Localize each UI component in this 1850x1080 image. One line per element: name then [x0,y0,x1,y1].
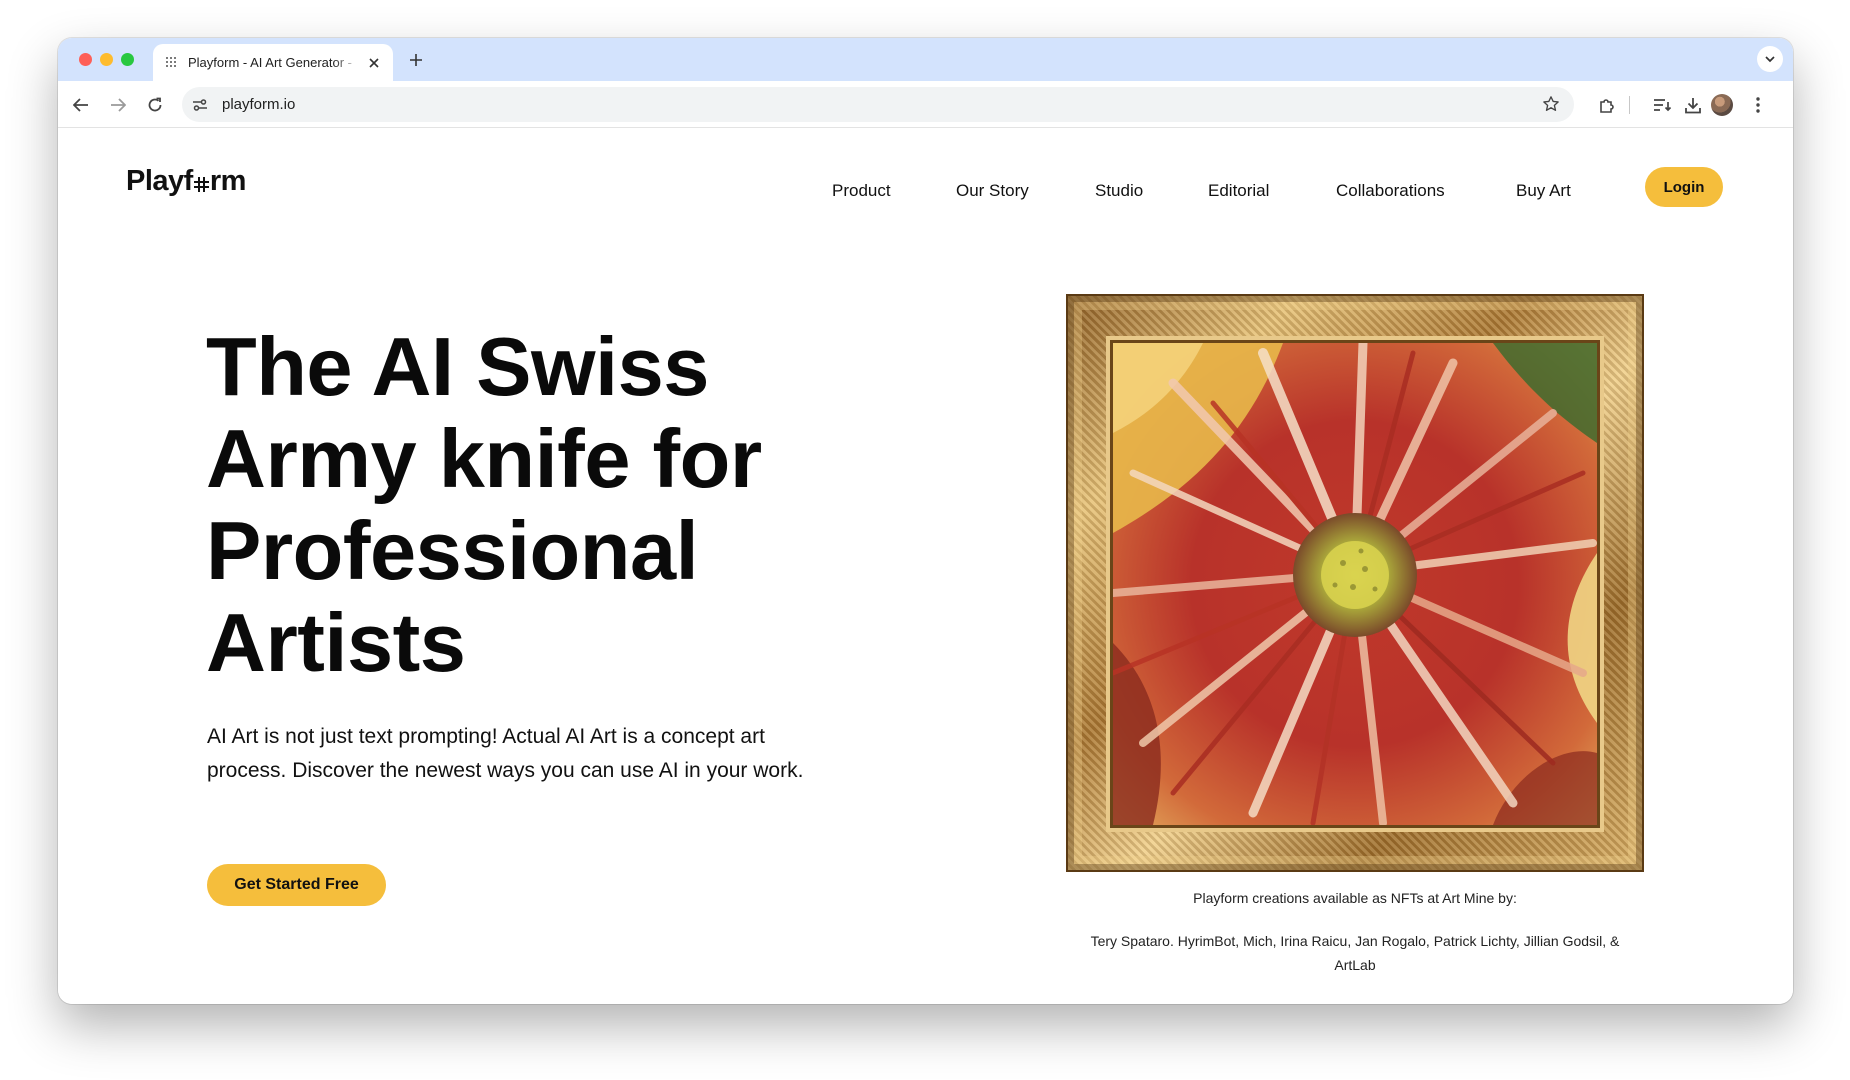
nav-studio[interactable]: Studio [1095,181,1143,201]
back-icon[interactable] [68,92,94,118]
flower-artwork-image [1110,340,1600,828]
hero-title-line: Army knife for [206,412,762,505]
logo-text-start: Playf [126,165,193,197]
hero-subtitle: AI Art is not just text prompting! Actua… [207,720,897,788]
hero-title-line: Artists [206,596,466,689]
reading-list-icon[interactable] [1649,92,1675,118]
artwork-caption-artists: Tery Spataro. HyrimBot, Mich, Irina Raic… [1090,933,1620,973]
artwork-caption-heading: Playform creations available as NFTs at … [1193,890,1517,906]
plus-icon[interactable] [405,49,427,71]
reload-icon[interactable] [142,92,168,118]
site-info-icon[interactable] [186,91,214,119]
nav-editorial[interactable]: Editorial [1208,181,1269,201]
login-button[interactable]: Login [1645,167,1723,207]
chevron-down-icon[interactable] [1757,46,1783,72]
address-bar[interactable]: playform.io [182,87,1574,122]
tab-strip: Playform - AI Art Generator - [58,38,1793,81]
browser-tab[interactable]: Playform - AI Art Generator - [153,44,393,81]
artwork-frame [1066,294,1644,872]
logo-text-end: rm [209,165,247,197]
close-icon[interactable] [365,54,383,72]
minimize-window-button[interactable] [100,53,113,66]
hero-subtitle-line: AI Art is not just text prompting! Actua… [207,725,765,748]
nav-collaborations[interactable]: Collaborations [1336,181,1445,201]
nav-buy-art[interactable]: Buy Art [1516,181,1571,201]
extensions-icon[interactable] [1594,92,1620,118]
maximize-window-button[interactable] [121,53,134,66]
download-icon[interactable] [1680,92,1706,118]
toolbar-divider [1629,96,1630,114]
get-started-button[interactable]: Get Started Free [207,864,386,906]
web-page: Playf rm Product Our Story Studio Editor… [58,129,1793,1004]
close-window-button[interactable] [79,53,92,66]
nav-product[interactable]: Product [832,181,891,201]
browser-toolbar: playform.io [58,81,1793,128]
hero-subtitle-line: process. Discover the newest ways you ca… [207,759,804,782]
hero-title-line: The AI Swiss [206,320,709,413]
hero-title-line: Professional [206,504,699,597]
playform-logo[interactable]: Playf rm [126,165,246,198]
hero-title: The AI Swiss Army knife for Professional… [206,321,906,689]
more-icon[interactable] [1745,92,1771,118]
url-text: playform.io [222,96,296,113]
avatar[interactable] [1711,94,1733,116]
browser-window: Playform - AI Art Generator - playform.i… [58,38,1793,1004]
logo-grid-icon [193,176,209,192]
playform-favicon-icon [165,56,179,70]
tab-title: Playform - AI Art Generator - [188,55,352,70]
star-icon[interactable] [1540,93,1562,115]
forward-icon[interactable] [105,92,131,118]
nav-our-story[interactable]: Our Story [956,181,1029,201]
